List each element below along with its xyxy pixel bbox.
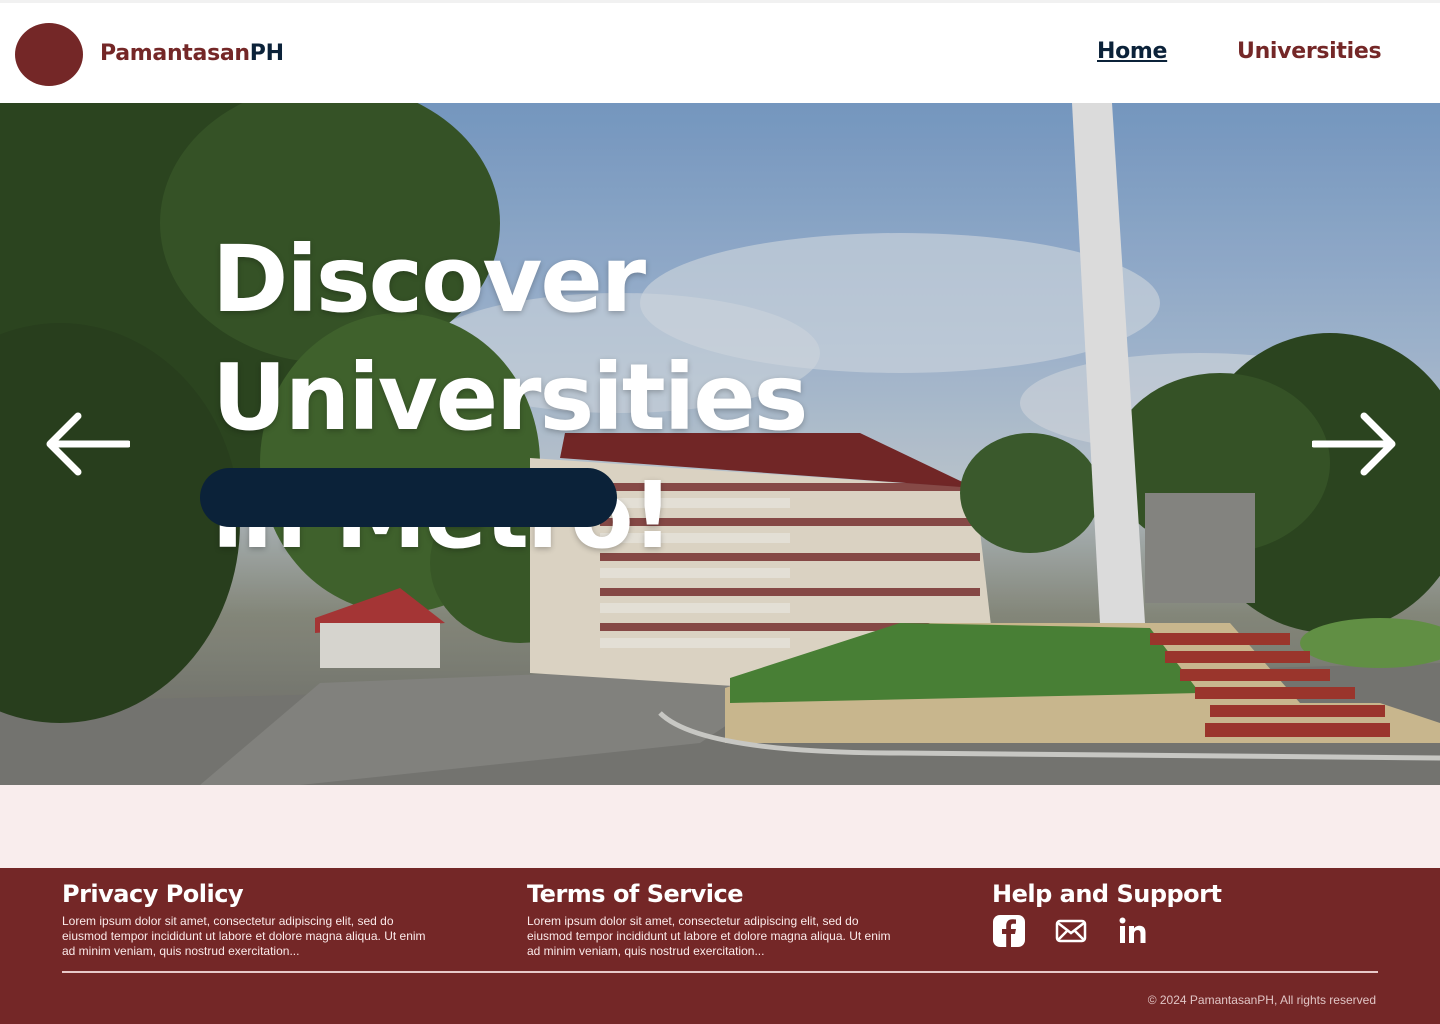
mail-icon — [1055, 919, 1087, 943]
terms-of-service-link[interactable]: Terms of Service — [527, 880, 897, 908]
logo[interactable] — [15, 23, 83, 86]
nav-universities-link[interactable]: Universities — [1237, 39, 1382, 64]
content-band — [0, 785, 1440, 868]
carousel-next-button[interactable] — [1310, 408, 1398, 480]
terms-of-service-text: Lorem ipsum dolor sit amet, consectetur … — [527, 914, 891, 958]
arrow-right-icon — [1310, 412, 1396, 476]
privacy-policy-text: Lorem ipsum dolor sit amet, consectetur … — [62, 914, 426, 958]
facebook-link[interactable] — [992, 914, 1026, 948]
linkedin-link[interactable] — [1116, 914, 1150, 948]
brand-name[interactable]: PamantasanPH — [100, 41, 284, 66]
email-link[interactable] — [1054, 914, 1088, 948]
nav-home-link[interactable]: Home — [1097, 39, 1167, 64]
footer-terms-section: Terms of Service Lorem ipsum dolor sit a… — [527, 880, 897, 959]
brand-name-part2: PH — [249, 41, 284, 66]
footer: Privacy Policy Lorem ipsum dolor sit ame… — [0, 868, 1440, 1024]
help-and-support-link[interactable]: Help and Support — [992, 880, 1222, 908]
brand-name-part1: Pamantasan — [100, 41, 250, 66]
header: PamantasanPH Home Universities — [0, 0, 1440, 103]
privacy-policy-link[interactable]: Privacy Policy — [62, 880, 432, 908]
hero-cta-button[interactable] — [200, 468, 617, 527]
social-links — [992, 914, 1221, 948]
facebook-icon — [993, 915, 1025, 947]
carousel-prev-button[interactable] — [44, 408, 132, 480]
copyright-text: © 2024 PamantasanPH, All rights reserved — [1147, 993, 1376, 1007]
footer-privacy-section: Privacy Policy Lorem ipsum dolor sit ame… — [62, 880, 432, 959]
linkedin-icon — [1119, 917, 1146, 943]
hero-banner: Discover Universities in Metro! — [0, 103, 1440, 785]
footer-help-section: Help and Support — [992, 880, 1222, 948]
footer-divider — [62, 971, 1378, 973]
hero-title-line1: Discover Universities — [212, 226, 808, 451]
arrow-left-icon — [46, 412, 132, 476]
